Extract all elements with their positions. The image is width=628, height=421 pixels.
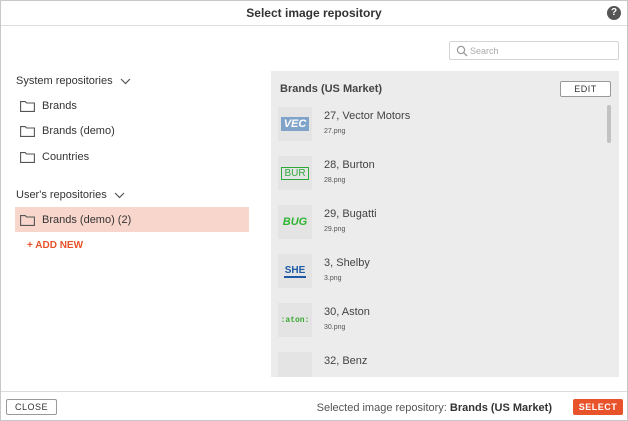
- search-input[interactable]: [470, 43, 615, 58]
- repo-item-brands-demo[interactable]: Brands (demo): [15, 119, 249, 143]
- folder-icon: [20, 152, 35, 163]
- dialog-title: Select image repository: [246, 6, 382, 20]
- image-title: 27, Vector Motors: [324, 110, 411, 122]
- help-icon[interactable]: ?: [607, 6, 621, 20]
- image-item[interactable]: BUR 28, Burton 28.png: [278, 156, 608, 193]
- repo-item-countries[interactable]: Countries: [15, 145, 249, 169]
- image-title: 3, Shelby: [324, 257, 370, 269]
- logo-thumbnail-text: :aton:: [280, 315, 310, 325]
- logo-thumbnail: SHE: [278, 254, 312, 288]
- edit-button[interactable]: EDIT: [560, 81, 611, 97]
- repo-item-brands[interactable]: Brands: [15, 94, 249, 118]
- logo-thumbnail: VEC: [278, 107, 312, 141]
- repo-item-label: Brands (demo): [42, 125, 115, 137]
- add-new-repository-link[interactable]: + ADD NEW: [27, 240, 83, 251]
- panel-scrollbar[interactable]: [607, 105, 611, 143]
- dialog-footer: CLOSE Selected image repository: Brands …: [1, 391, 627, 420]
- panel-title: Brands (US Market): [280, 83, 383, 95]
- select-button[interactable]: SELECT: [573, 399, 623, 415]
- chevron-down-icon: [114, 192, 125, 198]
- image-item[interactable]: :aton: 30, Aston 30.png: [278, 303, 608, 340]
- repo-item-brands-demo-2[interactable]: Brands (demo) (2): [15, 207, 249, 232]
- repo-item-label: Countries: [42, 151, 90, 163]
- selected-repository-info: Selected image repository: Brands (US Ma…: [317, 402, 552, 414]
- image-title: 30, Aston: [324, 306, 370, 318]
- select-repository-dialog: Select image repository ? System reposit…: [0, 0, 628, 421]
- image-filename: 29.png: [324, 226, 346, 233]
- user-repositories-header[interactable]: User's repositories: [16, 189, 125, 201]
- folder-icon: [20, 126, 35, 137]
- search-icon: [456, 45, 468, 57]
- logo-thumbnail: BUG: [278, 205, 312, 239]
- image-title: 28, Burton: [324, 159, 375, 171]
- image-title: 32, Benz: [324, 355, 368, 367]
- chevron-down-icon: [120, 78, 131, 84]
- logo-thumbnail-text: BUR: [281, 166, 309, 180]
- selected-repository-value: Brands (US Market): [449, 402, 552, 414]
- logo-thumbnail-text: BUG: [282, 216, 308, 228]
- system-repositories-heading: System repositories: [16, 75, 113, 87]
- repo-item-label: Brands: [42, 100, 77, 112]
- selected-repository-prefix: Selected image repository:: [316, 402, 447, 414]
- logo-thumbnail: [278, 352, 312, 377]
- folder-icon: [20, 214, 35, 226]
- logo-thumbnail-text: SHE: [283, 264, 307, 278]
- image-item[interactable]: BUG 29, Bugatti 29.png: [278, 205, 608, 242]
- repo-item-label: Brands (demo) (2): [42, 213, 132, 226]
- image-filename: 30.png: [324, 324, 346, 331]
- dialog-header: Select image repository ?: [1, 1, 627, 26]
- repository-images-panel: Brands (US Market) EDIT VEC 27, Vector M…: [271, 71, 619, 377]
- image-title: 29, Bugatti: [324, 208, 377, 220]
- search-box[interactable]: [449, 41, 619, 60]
- logo-thumbnail: BUR: [278, 156, 312, 190]
- image-filename: 3.png: [324, 275, 342, 282]
- user-repositories-heading: User's repositories: [16, 189, 107, 201]
- image-filename: 28.png: [324, 177, 346, 184]
- image-item[interactable]: VEC 27, Vector Motors 27.png: [278, 107, 608, 144]
- image-item[interactable]: SHE 3, Shelby 3.png: [278, 254, 608, 291]
- folder-icon: [20, 101, 35, 112]
- image-item[interactable]: 32, Benz: [278, 352, 608, 377]
- close-button[interactable]: CLOSE: [6, 399, 57, 415]
- system-repositories-header[interactable]: System repositories: [16, 75, 131, 87]
- image-filename: 27.png: [324, 128, 346, 135]
- logo-thumbnail: :aton:: [278, 303, 312, 337]
- logo-thumbnail-text: VEC: [280, 117, 310, 131]
